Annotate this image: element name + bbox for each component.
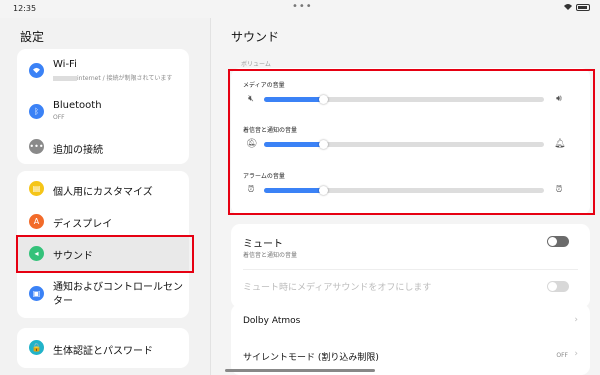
sidebar-item-more-connections[interactable]: ••• 追加の接続: [17, 130, 189, 164]
dolby-atmos-label: Dolby Atmos: [243, 316, 301, 326]
bluetooth-icon: ᛒ: [29, 104, 44, 119]
mute-subtitle: 着信音と通知の音量: [243, 252, 298, 259]
sidebar-item-label: Wi-Fi: [53, 59, 77, 70]
chevron-right-icon: ›: [574, 349, 578, 359]
mute-media-label: ミュート時にメディアサウンドをオフにします: [243, 283, 432, 293]
sidebar-item-display[interactable]: A ディスプレイ: [17, 205, 189, 235]
sidebar-item-label: 個人用にカスタマイズ: [53, 187, 153, 198]
page-title: サウンド: [231, 30, 280, 44]
settings-sidebar: 設定 Wi-Fi internet / 接続が制限されています ᛒ Blueto…: [0, 18, 210, 375]
sidebar-item-sub: OFF: [53, 114, 65, 121]
audio-options-card: Dolby Atmos › サイレントモード (割り込み制限) OFF ›: [231, 304, 590, 375]
wifi-icon: [29, 63, 44, 78]
wifi-status-icon: [564, 4, 572, 10]
divider: [243, 269, 578, 270]
sidebar-item-label: ディスプレイ: [53, 219, 113, 230]
lock-icon: 🔒: [29, 340, 44, 355]
silent-mode-row[interactable]: サイレントモード (割り込み制限) OFF ›: [231, 336, 590, 372]
mute-toggle[interactable]: [547, 236, 569, 247]
mute-media-toggle[interactable]: [547, 281, 569, 292]
more-dots-icon[interactable]: •••: [292, 1, 313, 12]
sidebar-item-biometrics[interactable]: 🔒 生体認証とパスワード: [17, 328, 189, 368]
silent-mode-value: OFF: [556, 352, 568, 359]
volume-highlight-frame: [228, 69, 595, 215]
sidebar-item-bluetooth[interactable]: ᛒ Bluetooth OFF: [17, 92, 189, 130]
redacted-ssid: [53, 76, 77, 81]
sidebar-item-label: 追加の接続: [53, 145, 103, 156]
dolby-atmos-row[interactable]: Dolby Atmos ›: [231, 304, 590, 336]
toggle-knob: [548, 237, 557, 246]
sound-highlight-frame: [16, 235, 194, 273]
chevron-right-icon: ›: [574, 315, 578, 325]
silent-mode-label: サイレントモード (割り込み制限): [243, 353, 379, 363]
status-time: 12:35: [13, 4, 37, 13]
sidebar-item-notifications[interactable]: ▣ 通知およびコントロールセンター: [17, 272, 189, 318]
display-icon: A: [29, 214, 44, 229]
sidebar-item-label: 生体認証とパスワード: [53, 346, 153, 357]
section-label-volume: ボリューム: [241, 61, 271, 68]
connections-card: Wi-Fi internet / 接続が制限されています ᛒ Bluetooth…: [17, 49, 189, 164]
notification-icon: ▣: [29, 286, 44, 301]
mute-title: ミュート: [243, 239, 283, 250]
status-icons: [563, 3, 590, 11]
more-connections-icon: •••: [29, 139, 44, 154]
sound-settings-pane: サウンド ボリューム メディアの音量 🔇︎ 🔊︎ 着信音と通知の音量 🔕︎ 🔔︎…: [211, 18, 600, 375]
sidebar-item-sub: internet / 接続が制限されています: [53, 73, 172, 82]
sidebar-item-wifi[interactable]: Wi-Fi internet / 接続が制限されています: [17, 49, 189, 92]
mute-card: ミュート 着信音と通知の音量 ミュート時にメディアサウンドをオフにします: [231, 224, 590, 308]
battery-icon: [576, 3, 590, 11]
home-indicator[interactable]: [225, 369, 375, 372]
sidebar-item-label: Bluetooth: [53, 100, 102, 111]
sidebar-item-personalize[interactable]: ▤ 個人用にカスタマイズ: [17, 171, 189, 205]
status-bar: 12:35 •••: [0, 0, 600, 18]
security-card: 🔒 生体認証とパスワード: [17, 328, 189, 368]
toggle-knob: [548, 282, 557, 291]
sidebar-title: 設定: [20, 30, 45, 44]
palette-icon: ▤: [29, 181, 44, 196]
sidebar-item-label: 通知およびコントロールセンター: [53, 282, 183, 307]
